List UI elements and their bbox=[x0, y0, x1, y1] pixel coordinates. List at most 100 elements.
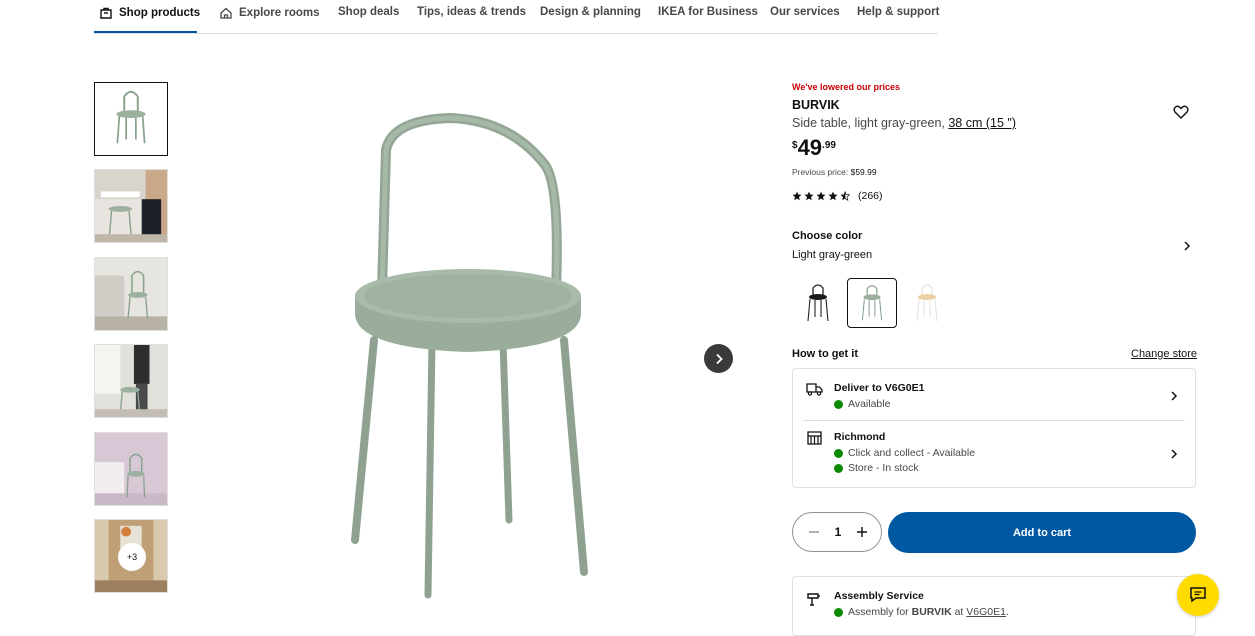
quantity-stepper: 1 bbox=[792, 512, 882, 552]
choose-color-label: Choose color bbox=[792, 230, 863, 242]
room-scene-image bbox=[95, 258, 167, 330]
top-navigation: Shop products Explore rooms Shop deals T… bbox=[94, 0, 939, 34]
product-thumbnail[interactable] bbox=[94, 344, 168, 418]
room-scene-image bbox=[95, 345, 167, 417]
nav-label: IKEA for Business bbox=[658, 6, 758, 18]
status-dot bbox=[834, 463, 843, 473]
store-stock: Store - In stock bbox=[834, 462, 919, 474]
price-drop-badge: We've lowered our prices bbox=[792, 82, 901, 92]
nav-help-support[interactable]: Help & support bbox=[857, 6, 939, 18]
assembly-service-box[interactable]: Assembly Service Assembly for BURVIK at … bbox=[792, 576, 1196, 636]
store-collect: Click and collect - Available bbox=[834, 447, 975, 459]
plus-icon[interactable] bbox=[855, 525, 869, 539]
product-name: BURVIK bbox=[792, 98, 840, 112]
delivery-options-box: Deliver to V6G0E1 Available Richmond Cli… bbox=[792, 368, 1196, 488]
black-table-image bbox=[807, 284, 829, 322]
color-swatch-light-gray-green[interactable] bbox=[847, 278, 897, 328]
price-whole: 49 bbox=[797, 135, 823, 160]
more-images-badge: +3 bbox=[118, 543, 146, 571]
color-swatch-white-birch[interactable] bbox=[902, 278, 952, 328]
assembly-product: BURVIK bbox=[911, 606, 952, 618]
minus-icon[interactable] bbox=[807, 525, 821, 539]
price-decimal: .99 bbox=[822, 140, 836, 151]
next-image-button[interactable] bbox=[704, 344, 733, 373]
previous-price: Previous price: $59.99 bbox=[792, 167, 877, 177]
how-to-get-it-title: How to get it bbox=[792, 348, 858, 360]
truck-icon bbox=[806, 383, 823, 396]
add-to-cart-button[interactable]: Add to cart bbox=[888, 512, 1196, 553]
previous-price-value: $59.99 bbox=[850, 167, 877, 177]
nav-label: Tips, ideas & trends bbox=[417, 6, 527, 18]
chevron-right-icon bbox=[1171, 449, 1178, 459]
home-icon bbox=[220, 7, 232, 19]
nav-explore-rooms[interactable]: Explore rooms bbox=[219, 6, 320, 20]
chat-icon bbox=[1190, 587, 1206, 603]
nav-label: Shop products bbox=[119, 7, 201, 19]
selected-color: Light gray-green bbox=[792, 249, 873, 261]
star-full-icon bbox=[816, 191, 826, 201]
green-table-image bbox=[861, 285, 883, 321]
color-swatch-black[interactable] bbox=[793, 278, 843, 328]
deliver-option[interactable]: Deliver to V6G0E1 Available bbox=[793, 369, 1195, 420]
deliver-status: Available bbox=[834, 398, 890, 410]
status-dot bbox=[834, 448, 843, 458]
nav-label: Shop deals bbox=[338, 6, 400, 18]
review-count: (266) bbox=[858, 190, 883, 202]
nav-label: Help & support bbox=[857, 6, 940, 18]
chevron-right-icon bbox=[715, 353, 723, 364]
assembly-mid: at bbox=[951, 606, 967, 618]
status-dot bbox=[834, 607, 843, 617]
star-half-icon bbox=[840, 191, 850, 201]
room-scene-image bbox=[95, 170, 167, 242]
star-full-icon bbox=[804, 191, 814, 201]
product-price: $ 49 .99 bbox=[792, 136, 836, 160]
product-thumbnail[interactable] bbox=[94, 82, 168, 156]
chevron-right-icon[interactable] bbox=[1182, 241, 1192, 251]
chevron-right-icon bbox=[1171, 391, 1178, 401]
quantity-value[interactable]: 1 bbox=[833, 525, 843, 539]
assembly-detail-text: Assembly for BURVIK at V6G0E1. bbox=[848, 606, 1009, 618]
store-collect-text: Click and collect - Available bbox=[848, 447, 976, 459]
nav-shop-deals[interactable]: Shop deals bbox=[338, 6, 399, 18]
product-thumbnail[interactable] bbox=[94, 432, 168, 506]
favorite-heart-icon[interactable] bbox=[1173, 104, 1189, 120]
chat-support-button[interactable] bbox=[1177, 574, 1219, 616]
nav-tips-ideas[interactable]: Tips, ideas & trends bbox=[417, 6, 526, 18]
status-dot bbox=[834, 399, 843, 409]
store-option[interactable]: Richmond Click and collect - Available S… bbox=[793, 421, 1195, 487]
product-thumbnail[interactable] bbox=[94, 169, 168, 243]
previous-price-label: Previous price: bbox=[792, 167, 849, 177]
nav-ikea-business[interactable]: IKEA for Business bbox=[658, 6, 758, 18]
store-icon bbox=[807, 431, 822, 445]
deliver-status-text: Available bbox=[848, 398, 891, 410]
nav-our-services[interactable]: Our services bbox=[770, 6, 840, 18]
product-description: Side table, light gray-green, 38 cm (15 … bbox=[792, 116, 1016, 130]
assembly-postal-link[interactable]: V6G0E1 bbox=[966, 606, 1006, 618]
product-thumbnail[interactable] bbox=[94, 257, 168, 331]
product-thumbnail-more[interactable]: +3 bbox=[94, 519, 168, 593]
birch-table-image bbox=[916, 284, 938, 322]
change-store-link[interactable]: Change store bbox=[1131, 348, 1197, 360]
nav-label: Design & planning bbox=[540, 6, 641, 18]
rating[interactable]: (266) bbox=[792, 190, 883, 202]
star-full-icon bbox=[828, 191, 838, 201]
product-size-link[interactable]: 38 cm (15 ") bbox=[948, 116, 1016, 130]
nav-label: Our services bbox=[770, 6, 840, 18]
star-full-icon bbox=[792, 191, 802, 201]
deliver-title: Deliver to V6G0E1 bbox=[834, 382, 925, 394]
nav-shop-products[interactable]: Shop products bbox=[99, 6, 200, 20]
side-table-image bbox=[116, 90, 146, 144]
assembly-end: . bbox=[1005, 606, 1009, 618]
product-desc-text: Side table, light gray-green, bbox=[792, 116, 949, 130]
assembly-prefix: Assembly for bbox=[848, 606, 912, 618]
assembly-detail: Assembly for BURVIK at V6G0E1. bbox=[834, 606, 1009, 618]
store-stock-text: Store - In stock bbox=[848, 462, 919, 474]
room-scene-image bbox=[95, 433, 167, 505]
assembly-tool-icon bbox=[807, 593, 820, 606]
shopping-bag-icon bbox=[100, 7, 112, 19]
nav-active-indicator bbox=[94, 31, 197, 33]
nav-label: Explore rooms bbox=[239, 7, 320, 19]
nav-design-planning[interactable]: Design & planning bbox=[540, 6, 641, 18]
store-title: Richmond bbox=[834, 431, 886, 443]
product-main-image bbox=[351, 112, 588, 599]
